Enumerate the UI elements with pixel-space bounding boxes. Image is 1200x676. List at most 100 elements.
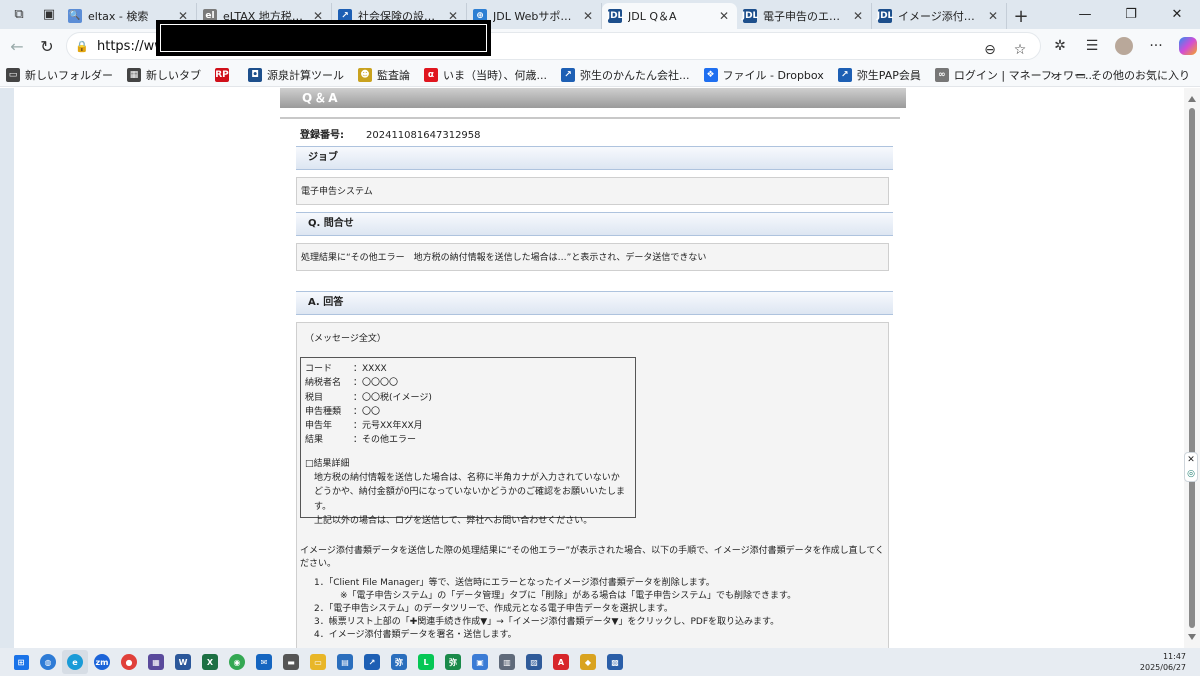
taskbar-acrobat-icon[interactable]: A <box>548 650 574 674</box>
bookmark-item[interactable]: ↗ 弥生のかんたん会社... <box>561 67 690 83</box>
workspaces-icon[interactable]: ⧉ <box>6 2 32 28</box>
zoom-icon[interactable]: ⊖ <box>978 38 1002 62</box>
message-key: 税目 <box>305 392 324 403</box>
bookmark-label: 監査論 <box>377 68 410 82</box>
message-row: 結果 ：その他エラー <box>305 433 631 447</box>
tab-close-icon[interactable]: ✕ <box>851 9 865 23</box>
other-favorites-folder[interactable]: ▭ その他のお気に入り <box>1076 67 1190 83</box>
message-row: 納税者名 ：〇〇〇〇 <box>305 376 631 390</box>
bookmark-item[interactable]: ▭ 新しいフォルダー <box>6 67 113 83</box>
taskbar-excel-icon[interactable]: X <box>197 650 223 674</box>
bookmark-item[interactable]: α いま（当時）、何歳... <box>424 67 547 83</box>
favorites-icon[interactable]: ☰ <box>1077 32 1107 60</box>
taskbar-app6-icon[interactable]: ▨ <box>521 650 547 674</box>
taskbar-app8-icon[interactable]: ▩ <box>602 650 628 674</box>
step-item: 4．イメージ添付書類データを署名・送信します。 <box>314 630 517 640</box>
bookmark-item[interactable]: RP <box>215 67 234 82</box>
bookmarks-bar: ▭ 新しいフォルダー ▦ 新しいタブ RP ◘ 源泉計算ツール ☻ 監査論 α いま（当時）、何歳.… <box>0 63 1200 87</box>
detail-line: どうかや、納付金額が0円になっていないかどうかのご確認をお願いいたします。 <box>314 487 626 512</box>
maximize-button[interactable]: ❐ <box>1108 0 1154 29</box>
profile-avatar[interactable] <box>1109 32 1139 60</box>
message-key: 申告種類 <box>305 406 342 417</box>
back-button[interactable]: ← <box>2 31 32 61</box>
taskbar-line-icon[interactable]: L <box>413 650 439 674</box>
bookmark-item[interactable]: ☻ 監査論 <box>358 67 410 83</box>
detail-line: 上記以外の場合は、ログを送信して、弊社へお問い合わせください。 <box>314 515 593 526</box>
more-menu-icon[interactable]: ··· <box>1141 32 1171 60</box>
scroll-thumb[interactable] <box>1189 108 1195 628</box>
start-button[interactable]: ⊞ <box>8 650 34 674</box>
minimize-button[interactable]: — <box>1062 0 1108 29</box>
taskbar-word-icon[interactable]: W <box>170 650 196 674</box>
close-window-button[interactable]: ✕ <box>1154 0 1200 29</box>
sidebar-tools[interactable]: ✕ ◎ <box>1184 452 1198 482</box>
tab-close-icon[interactable]: ✕ <box>581 9 595 23</box>
favorite-star-icon[interactable]: ☆ <box>1008 38 1032 62</box>
taskbar-edge-icon[interactable]: e <box>62 650 88 674</box>
taskbar-chrome2-icon[interactable]: ◉ <box>224 650 250 674</box>
taskbar-explorer-icon[interactable]: ▭ <box>305 650 331 674</box>
taskbar-tool-icon[interactable]: ▬ <box>278 650 304 674</box>
registration-number: 登録番号: 202411081647312958 <box>300 130 481 141</box>
new-tab-button[interactable]: + <box>1007 3 1035 29</box>
step-item: 2．「電子申告システム」のデータツリーで、作成元となる電子申告データを選択します… <box>314 604 673 614</box>
section-job: ジョブ <box>296 146 893 170</box>
taskbar-zoom-icon[interactable]: zm <box>89 650 115 674</box>
taskbar-app7-icon[interactable]: ◆ <box>575 650 601 674</box>
scroll-up-arrow-icon[interactable] <box>1188 96 1196 102</box>
bookmarks-overflow-chevron-icon[interactable]: › <box>1050 68 1055 83</box>
taskbar-app2-icon[interactable]: ▦ <box>143 650 169 674</box>
close-sidebar-icon[interactable]: ✕ <box>1187 455 1195 465</box>
step-item: 1．「Client File Manager」等で、送信時にエラーとなったイメー… <box>314 578 715 588</box>
vertical-scrollbar[interactable] <box>1184 88 1200 648</box>
bookmark-label: ファイル - Dropbox <box>722 68 824 82</box>
system-clock[interactable]: 11:47 2025/06/27 <box>1140 651 1186 673</box>
browser-tab[interactable]: JDL JDL Q＆A ✕ <box>602 3 737 29</box>
redaction-box <box>156 20 491 56</box>
taskbar-yayoi2-icon[interactable]: 弥 <box>386 650 412 674</box>
message-row: 申告種類 ：〇〇 <box>305 405 631 419</box>
bookmark-icon: RP <box>215 67 229 82</box>
bookmark-label: 源泉計算ツール <box>267 68 344 82</box>
taskbar: ⊞ ◍ e zm ● ▦ W X ◉ ✉ ▬ ▭ ▤ ↗ 弥 L 弥 ▣ ▥ ▨… <box>0 648 1200 676</box>
bookmark-icon: ◘ <box>248 67 262 82</box>
tab-close-icon[interactable]: ✕ <box>986 9 1000 23</box>
page-viewport: Q＆A 登録番号: 202411081647312958 ジョブ 電子申告システム… <box>0 88 1200 648</box>
taskbar-app-icon[interactable]: ◍ <box>35 650 61 674</box>
tab-close-icon[interactable]: ✕ <box>717 9 731 23</box>
qa-content: Q＆A 登録番号: 202411081647312958 ジョブ 電子申告システム… <box>280 88 906 648</box>
refresh-button[interactable]: ↻ <box>32 31 62 61</box>
bookmark-item[interactable]: ↗ 弥生PAP会員 <box>837 67 921 83</box>
message-key: 納税者名 <box>305 378 342 389</box>
error-message-box: コード ：XXXX 納税者名 ：〇〇〇〇 税目 ：〇〇税(イメージ) 申告種類 ：〇〇 申告年 ：… <box>300 357 636 526</box>
folder-icon: ▭ <box>1075 68 1086 82</box>
message-title: （メッセージ全文） <box>305 334 386 344</box>
taskbar-app5-icon[interactable]: ▥ <box>494 650 520 674</box>
bookmark-label: いま（当時）、何歳... <box>443 68 547 82</box>
taskbar-yayoi3-icon[interactable]: 弥 <box>440 650 466 674</box>
tab-actions-icon[interactable]: ▣ <box>36 2 62 28</box>
steps-list: 1．「Client File Manager」等で、送信時にエラーとなったイメー… <box>314 577 874 642</box>
taskbar-chrome-icon[interactable]: ● <box>116 650 142 674</box>
bookmark-item[interactable]: ▦ 新しいタブ <box>127 67 201 83</box>
site-info-icon[interactable]: 🔒 <box>75 40 91 53</box>
tab-label: イメージ添付書類（P <box>898 10 982 23</box>
scroll-down-arrow-icon[interactable] <box>1188 634 1196 640</box>
message-value: ：〇〇〇〇 <box>353 378 399 389</box>
message-row: 税目 ：〇〇税(イメージ) <box>305 391 631 405</box>
extensions-icon[interactable]: ✲ <box>1045 32 1075 60</box>
bookmark-item[interactable]: ❖ ファイル - Dropbox <box>703 67 824 83</box>
bookmark-icon: ❖ <box>703 67 718 82</box>
browser-tab[interactable]: JDL イメージ添付書類（P ✕ <box>872 3 1007 29</box>
taskbar-mail-icon[interactable]: ✉ <box>251 650 277 674</box>
bookmark-icon: ∞ <box>934 67 949 82</box>
sidebar-app-icon[interactable]: ◎ <box>1187 469 1195 479</box>
copilot-icon[interactable] <box>1173 32 1200 60</box>
step-item: 3．帳票リスト上部の「✚関連手続き作成▼」→「イメージ添付書類データ▼」をクリッ… <box>314 617 780 627</box>
bookmark-item[interactable]: ◘ 源泉計算ツール <box>248 67 344 83</box>
browser-tab[interactable]: JDL 電子申告のエラーメッ ✕ <box>737 3 872 29</box>
taskbar-app4-icon[interactable]: ▣ <box>467 650 493 674</box>
taskbar-app3-icon[interactable]: ▤ <box>332 650 358 674</box>
bookmark-icon: ↗ <box>837 67 852 82</box>
taskbar-yayoi-icon[interactable]: ↗ <box>359 650 385 674</box>
